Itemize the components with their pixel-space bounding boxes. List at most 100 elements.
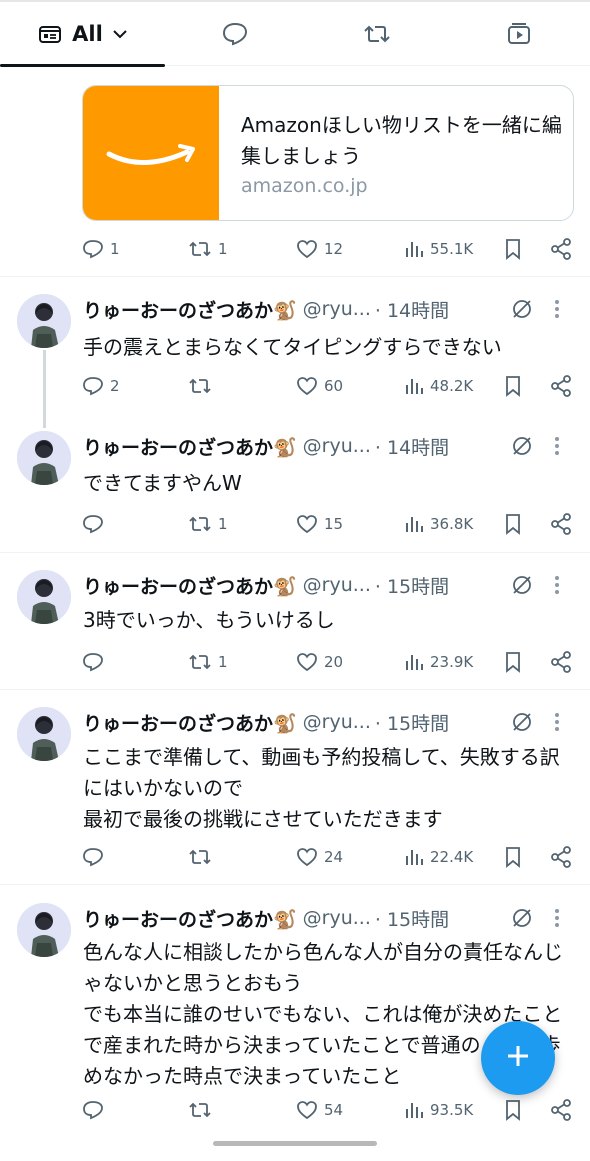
heart-icon (296, 652, 318, 672)
reply-button[interactable] (82, 842, 110, 872)
display-name[interactable]: りゅーおーのざつあか🐒 (83, 709, 297, 736)
link-preview-card[interactable]: Amazonほしい物リストを一緒に編集しましょう amazon.co.jp (82, 85, 574, 221)
bar-chart-icon (404, 239, 424, 259)
display-name[interactable]: りゅーおーのざつあか🐒 (83, 433, 297, 460)
display-name[interactable]: りゅーおーのざつあか🐒 (83, 296, 297, 323)
avatar[interactable] (17, 431, 71, 485)
like-button[interactable]: 54 (296, 1095, 343, 1125)
avatar[interactable] (17, 903, 71, 957)
avatar[interactable] (17, 570, 71, 624)
timestamp[interactable]: · 14時間 (375, 296, 449, 323)
reply-button[interactable] (82, 647, 110, 677)
repost-button[interactable]: 1 (188, 234, 228, 264)
heart-icon (296, 239, 318, 259)
views-button[interactable]: 48.2K (404, 371, 473, 401)
grok-button[interactable] (510, 434, 534, 462)
grok-icon (510, 300, 534, 325)
bookmark-button[interactable] (504, 1095, 522, 1125)
views-button[interactable]: 93.5K (404, 1095, 473, 1125)
reply-button[interactable] (82, 509, 110, 539)
more-dots-icon (554, 909, 560, 932)
bookmark-icon (504, 1099, 522, 1121)
user-handle[interactable]: @ryu... (303, 711, 371, 733)
like-button[interactable]: 15 (296, 509, 343, 539)
more-options-button[interactable] (554, 908, 560, 932)
tweet-header: りゅーおーのざつあか🐒 @ryu... · 14時間 (83, 431, 449, 461)
like-button[interactable]: 24 (296, 842, 343, 872)
share-button[interactable] (550, 1095, 572, 1125)
share-button[interactable] (550, 371, 572, 401)
grok-button[interactable] (510, 573, 534, 601)
views-button[interactable]: 36.8K (404, 509, 473, 539)
more-options-button[interactable] (554, 436, 560, 460)
bookmark-icon (504, 513, 522, 535)
tab-replies[interactable] (200, 2, 270, 66)
more-options-button[interactable] (554, 299, 560, 323)
user-handle[interactable]: @ryu... (303, 435, 371, 457)
tab-reposts[interactable] (342, 2, 412, 66)
like-button[interactable]: 12 (296, 234, 343, 264)
bookmark-button[interactable] (504, 842, 522, 872)
timestamp[interactable]: · 15時間 (375, 905, 449, 932)
compose-button[interactable] (481, 1021, 555, 1095)
like-count: 12 (324, 240, 344, 258)
heart-icon (296, 376, 318, 396)
share-button[interactable] (550, 234, 572, 264)
views-button[interactable]: 23.9K (404, 647, 473, 677)
bookmark-button[interactable] (504, 371, 522, 401)
like-button[interactable]: 60 (296, 371, 343, 401)
share-icon (550, 846, 572, 868)
tab-videos[interactable] (484, 2, 554, 66)
tweet-action-bar: 24 22.4K (82, 842, 577, 872)
repost-button[interactable]: 1 (188, 509, 228, 539)
timestamp[interactable]: · 15時間 (375, 572, 449, 599)
bookmark-button[interactable] (504, 234, 522, 264)
link-card-domain: amazon.co.jp (241, 175, 368, 197)
grok-button[interactable] (510, 297, 534, 325)
user-handle[interactable]: @ryu... (303, 574, 371, 596)
repost-button[interactable] (188, 371, 218, 401)
timestamp[interactable]: · 15時間 (375, 709, 449, 736)
display-name[interactable]: りゅーおーのざつあか🐒 (83, 572, 297, 599)
share-button[interactable] (550, 842, 572, 872)
tweet-text: できてますやんW (83, 471, 242, 495)
views-button[interactable]: 22.4K (404, 842, 473, 872)
bookmark-icon (504, 375, 522, 397)
bookmark-icon (504, 238, 522, 260)
view-count: 23.9K (430, 653, 474, 671)
reply-button[interactable]: 2 (82, 371, 120, 401)
chevron-down-icon (113, 29, 127, 39)
more-dots-icon (554, 576, 560, 599)
view-count: 93.5K (430, 1101, 474, 1119)
link-card-title: Amazonほしい物リストを一緒に編集しましょう (241, 113, 562, 168)
views-button[interactable]: 55.1K (404, 234, 473, 264)
more-options-button[interactable] (554, 712, 560, 736)
repost-button[interactable] (188, 842, 218, 872)
repost-button[interactable]: 1 (188, 647, 228, 677)
share-button[interactable] (550, 509, 572, 539)
bookmark-button[interactable] (504, 509, 522, 539)
grok-icon (510, 437, 534, 462)
share-button[interactable] (550, 647, 572, 677)
repost-button[interactable] (188, 1095, 218, 1125)
user-handle[interactable]: @ryu... (303, 298, 371, 320)
more-dots-icon (554, 437, 560, 460)
avatar[interactable] (17, 294, 71, 348)
divider (0, 884, 590, 885)
more-dots-icon (554, 713, 560, 736)
grok-button[interactable] (510, 710, 534, 738)
tweet-header: りゅーおーのざつあか🐒 @ryu... · 15時間 (83, 903, 449, 933)
reply-button[interactable]: 1 (82, 234, 120, 264)
more-options-button[interactable] (554, 575, 560, 599)
tab-all[interactable]: All (0, 2, 165, 66)
like-button[interactable]: 20 (296, 647, 343, 677)
grok-icon (510, 713, 534, 738)
reply-button[interactable] (82, 1095, 110, 1125)
display-name[interactable]: りゅーおーのざつあか🐒 (83, 905, 297, 932)
grok-icon (510, 909, 534, 934)
bookmark-button[interactable] (504, 647, 522, 677)
user-handle[interactable]: @ryu... (303, 907, 371, 929)
grok-button[interactable] (510, 906, 534, 934)
avatar[interactable] (17, 707, 71, 761)
timestamp[interactable]: · 14時間 (375, 433, 449, 460)
